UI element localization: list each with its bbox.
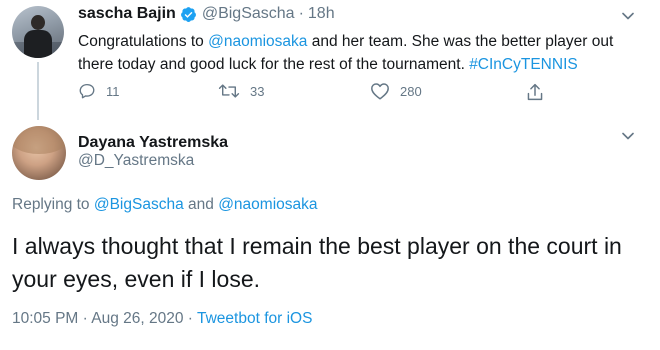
tweet-text: I always thought that I remain the best …: [12, 233, 622, 292]
like-count: 280: [400, 83, 422, 99]
replying-conjunction: and: [183, 196, 219, 213]
avatar-dayana[interactable]: [12, 126, 66, 180]
like-button[interactable]: 280: [370, 82, 422, 100]
tweet-meta: 10:05 PM · Aug 26, 2020 · Tweetbot for i…: [12, 310, 312, 328]
chevron-down-icon[interactable]: [622, 132, 634, 140]
mention-link[interactable]: @naomiosaka: [208, 33, 307, 50]
tweet-actions: 11 33 280: [78, 82, 558, 102]
thread-connector-line: [37, 62, 39, 120]
timestamp-relative[interactable]: 18h: [308, 5, 335, 23]
tweet-sascha[interactable]: sascha Bajin @BigSascha · 18h Congratula…: [0, 0, 660, 120]
chevron-down-icon[interactable]: [622, 12, 634, 20]
source-link[interactable]: Tweetbot for iOS: [197, 310, 312, 327]
handle[interactable]: @BigSascha: [202, 5, 295, 23]
display-name[interactable]: sascha Bajin: [78, 5, 176, 23]
timestamp[interactable]: 10:05 PM · Aug 26, 2020: [12, 310, 183, 327]
replying-prefix: Replying to: [12, 196, 94, 213]
retweet-count: 33: [250, 83, 265, 99]
tweet-header: sascha Bajin @BigSascha · 18h: [78, 5, 335, 23]
reply-icon: [79, 83, 95, 99]
handle[interactable]: @D_Yastremska: [78, 152, 194, 170]
like-icon: [371, 83, 389, 100]
separator-dot: ·: [298, 5, 304, 22]
tweet-text-part: Congratulations to: [78, 33, 209, 50]
replying-to-line: Replying to @BigSascha and @naomiosaka: [12, 196, 318, 214]
display-name[interactable]: Dayana Yastremska: [78, 134, 228, 152]
verified-badge-icon: [180, 6, 196, 22]
separator-dot: ·: [183, 310, 197, 327]
retweet-button[interactable]: 33: [218, 82, 264, 100]
tweet-text: Congratulations to @naomiosaka and her t…: [78, 30, 648, 76]
reply-button[interactable]: 11: [78, 82, 120, 100]
hashtag-link[interactable]: #CInCyTENNIS: [469, 56, 578, 73]
share-button[interactable]: [526, 82, 544, 102]
avatar-sascha[interactable]: [12, 6, 64, 58]
mention-link[interactable]: @BigSascha: [94, 196, 184, 213]
share-icon: [527, 83, 543, 101]
mention-link[interactable]: @naomiosaka: [218, 196, 317, 213]
retweet-icon: [218, 84, 240, 98]
reply-count: 11: [106, 83, 120, 99]
tweet-dayana[interactable]: Dayana Yastremska @D_Yastremska Replying…: [0, 116, 660, 350]
